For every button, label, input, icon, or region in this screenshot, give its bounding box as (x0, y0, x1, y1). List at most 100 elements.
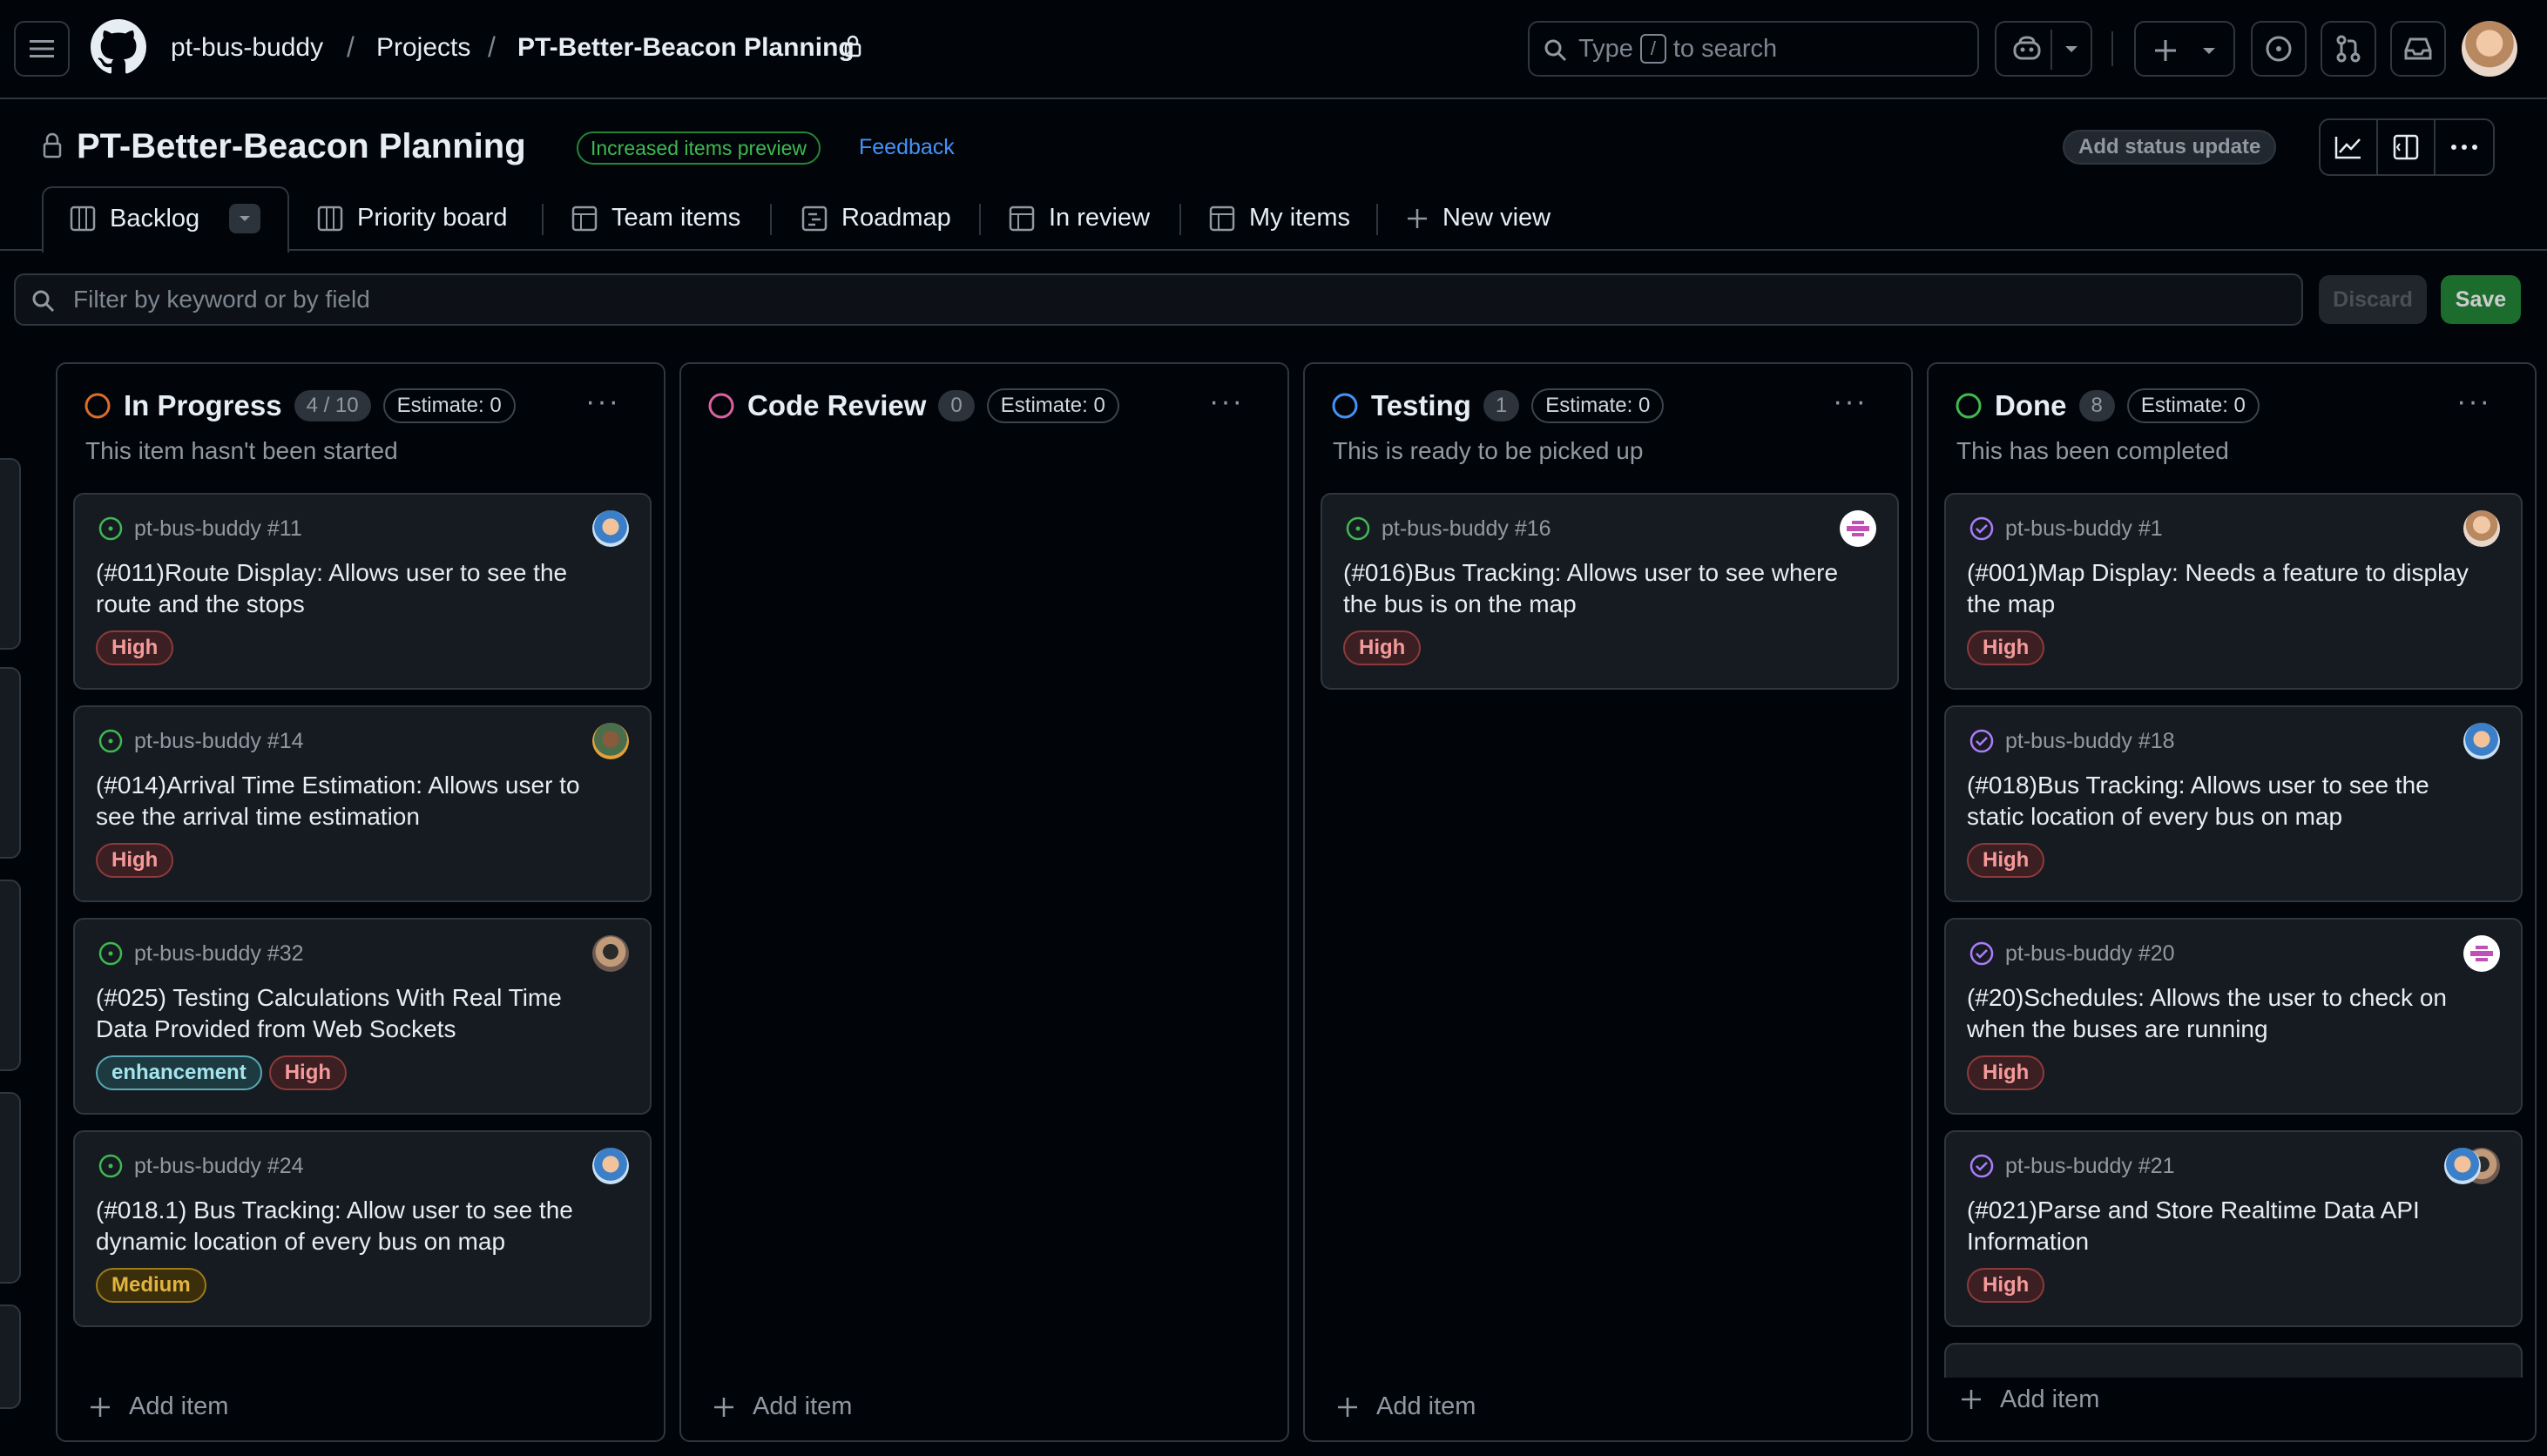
card-title[interactable]: (#014)Arrival Time Estimation: Allows us… (96, 770, 618, 832)
feedback-link[interactable]: Feedback (859, 135, 955, 160)
create-new-button[interactable] (2134, 21, 2235, 77)
assignee-avatar[interactable] (2444, 1148, 2481, 1184)
card-ref-text: pt-bus-buddy #14 (134, 728, 304, 753)
card-ref[interactable]: pt-bus-buddy #32 (98, 940, 304, 967)
priority-label[interactable]: High (96, 843, 174, 878)
card-ref[interactable]: pt-bus-buddy #24 (98, 1153, 304, 1179)
copilot-button[interactable] (1995, 21, 2092, 77)
card-ref[interactable]: pt-bus-buddy #20 (1969, 940, 2175, 967)
lock-icon (43, 132, 62, 158)
column-menu-icon[interactable]: ··· (585, 385, 620, 419)
breadcrumb-project[interactable]: PT-Better-Beacon Planning (517, 33, 855, 63)
sidepanel-button[interactable] (2378, 120, 2436, 174)
add-status-update-button[interactable]: Add status update (2063, 130, 2277, 165)
assignee-avatar[interactable] (592, 1148, 629, 1184)
card-title[interactable]: (#025) Testing Calculations With Real Ti… (96, 982, 618, 1045)
priority-label[interactable]: Medium (96, 1268, 206, 1303)
assignee-avatar[interactable] (2463, 510, 2500, 547)
collapsed-card[interactable] (0, 667, 21, 859)
priority-label[interactable]: High (1967, 1055, 2045, 1090)
card[interactable]: pt-bus-buddy #20 (#20)Schedules: Allows … (1944, 918, 2523, 1115)
card-ref[interactable]: pt-bus-buddy #11 (98, 516, 302, 542)
card[interactable]: pt-bus-buddy #18 (#018)Bus Tracking: All… (1944, 705, 2523, 902)
project-more-button[interactable] (2436, 120, 2493, 174)
assignee-avatar[interactable] (592, 935, 629, 972)
card-title[interactable]: (#011)Route Display: Allows user to see … (96, 557, 618, 620)
card-ref[interactable]: pt-bus-buddy #1 (1969, 516, 2163, 542)
view-options-dropdown[interactable] (229, 204, 261, 233)
priority-label[interactable]: High (1967, 630, 2045, 665)
card-title[interactable]: (#001)Map Display: Needs a feature to di… (1967, 557, 2490, 620)
inbox-button[interactable] (2390, 21, 2446, 77)
add-item-button[interactable]: Add item (1960, 1378, 2483, 1421)
priority-label[interactable]: High (1343, 630, 1422, 665)
tab-priority-board[interactable]: Priority board (317, 204, 507, 233)
card-title[interactable]: (#018)Bus Tracking: Allows user to see t… (1967, 770, 2490, 832)
add-item-button[interactable]: Add item (713, 1392, 852, 1421)
card-ref[interactable]: pt-bus-buddy #18 (1969, 728, 2175, 754)
enhancement-label[interactable]: enhancement (96, 1055, 262, 1090)
collapsed-card[interactable] (0, 1304, 21, 1409)
assignee-avatar[interactable] (2463, 935, 2500, 972)
card-ref[interactable]: pt-bus-buddy #21 (1969, 1153, 2175, 1179)
card-ref[interactable]: pt-bus-buddy #14 (98, 728, 304, 754)
tab-in-review[interactable]: In review (1009, 204, 1150, 233)
card[interactable]: pt-bus-buddy #32 (#025) Testing Calculat… (73, 918, 652, 1115)
tab-my-items[interactable]: My items (1209, 204, 1350, 233)
add-item-button[interactable]: Add item (89, 1392, 228, 1421)
discard-button[interactable]: Discard (2319, 275, 2427, 324)
breadcrumb-owner[interactable]: pt-bus-buddy (171, 33, 323, 63)
add-item-button[interactable]: Add item (1336, 1392, 1476, 1421)
save-button[interactable]: Save (2441, 275, 2521, 324)
column-menu-icon[interactable]: ··· (1833, 385, 1868, 419)
tab-new-view[interactable]: New view (1406, 204, 1550, 233)
page-title: PT-Better-Beacon Planning (77, 127, 526, 165)
add-item-label: Add item (129, 1392, 229, 1420)
insights-button[interactable] (2321, 120, 2378, 174)
card[interactable]: pt-bus-buddy #11 (#011)Route Display: Al… (73, 493, 652, 690)
search-icon (32, 290, 55, 313)
priority-label[interactable]: High (1967, 1268, 2045, 1303)
card[interactable]: pt-bus-buddy #14 (#014)Arrival Time Esti… (73, 705, 652, 902)
card-title[interactable]: (#016)Bus Tracking: Allows user to see w… (1343, 557, 1866, 620)
column-menu-icon[interactable]: ··· (2456, 385, 2491, 419)
plus-icon (1338, 1397, 1357, 1417)
card-ref[interactable]: pt-bus-buddy #16 (1345, 516, 1551, 542)
collapsed-column-strip (0, 362, 23, 1442)
card-partial[interactable] (1944, 1343, 2523, 1378)
pull-requests-button[interactable] (2321, 21, 2376, 77)
assignee-avatar[interactable] (2463, 723, 2500, 759)
card[interactable]: pt-bus-buddy #16 (#016)Bus Tracking: All… (1321, 493, 1899, 690)
tab-backlog-label[interactable]: Backlog (70, 204, 261, 233)
filter-input[interactable]: Filter by keyword or by field (14, 273, 2303, 326)
collapsed-card[interactable] (0, 1092, 21, 1284)
issues-button[interactable] (2251, 21, 2307, 77)
user-avatar[interactable] (2462, 21, 2517, 77)
github-logo-icon[interactable] (91, 19, 146, 75)
card-title[interactable]: (#20)Schedules: Allows the user to check… (1967, 982, 2490, 1045)
priority-label[interactable]: High (1967, 843, 2045, 878)
tab-label: In review (1049, 204, 1151, 232)
tab-divider (542, 204, 544, 235)
card-ref-text: pt-bus-buddy #32 (134, 940, 304, 966)
card[interactable]: pt-bus-buddy #21 (#021)Parse and Store R… (1944, 1130, 2523, 1327)
collapsed-card[interactable] (0, 458, 21, 650)
column-menu-icon[interactable]: ··· (1209, 385, 1244, 419)
collapsed-card[interactable] (0, 880, 21, 1071)
tab-team-items[interactable]: Team items (571, 204, 740, 233)
menu-button[interactable] (14, 21, 70, 77)
card-title[interactable]: (#021)Parse and Store Realtime Data API … (1967, 1195, 2490, 1257)
issue-closed-icon (1969, 941, 1994, 966)
card-title[interactable]: (#018.1) Bus Tracking: Allow user to see… (96, 1195, 618, 1257)
tab-roadmap[interactable]: Roadmap (801, 204, 951, 233)
preview-badge[interactable]: Increased items preview (577, 131, 821, 165)
assignee-avatar[interactable] (592, 723, 629, 759)
priority-label[interactable]: High (268, 1055, 348, 1090)
priority-label[interactable]: High (96, 630, 174, 665)
assignee-avatar[interactable] (1840, 510, 1876, 547)
assignee-avatar[interactable] (592, 510, 629, 547)
breadcrumb-projects[interactable]: Projects (376, 33, 470, 63)
card[interactable]: pt-bus-buddy #24 (#018.1) Bus Tracking: … (73, 1130, 652, 1327)
card[interactable]: pt-bus-buddy #1 (#001)Map Display: Needs… (1944, 493, 2523, 690)
search-input[interactable]: Type / to search (1528, 21, 1979, 77)
